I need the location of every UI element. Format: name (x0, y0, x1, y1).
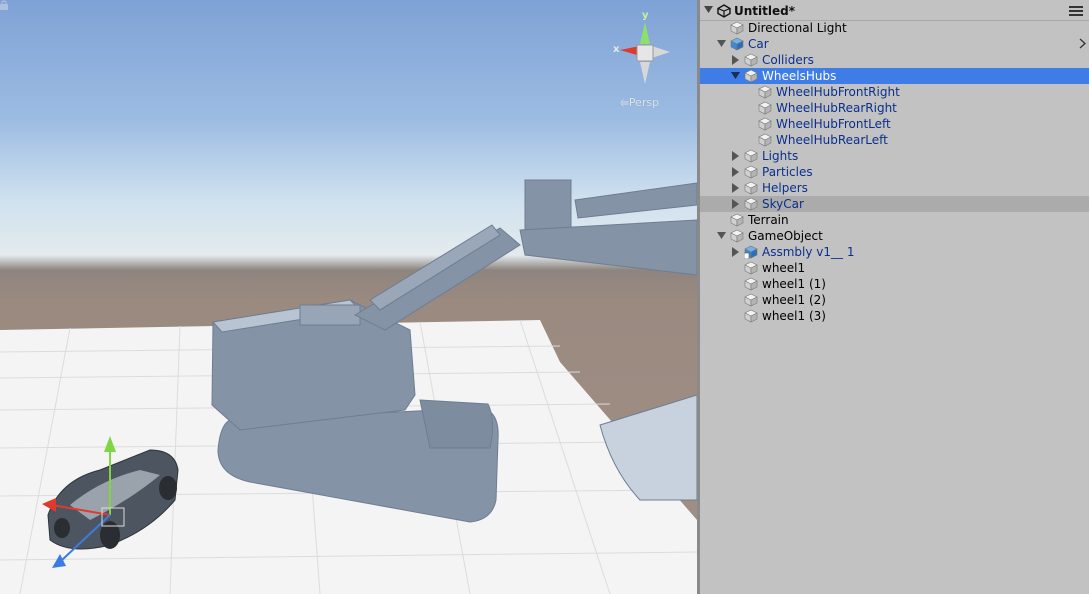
hierarchy-item-label: Helpers (762, 181, 808, 195)
hierarchy-item-label: WheelHubFrontRight (776, 85, 900, 99)
hierarchy-item[interactable]: Terrain (700, 212, 1089, 228)
hierarchy-item[interactable]: Particles (700, 164, 1089, 180)
gameobject-cube-icon (744, 293, 758, 307)
hierarchy-panel: Untitled* Directional Light Car Colliders W… (700, 0, 1089, 594)
hierarchy-item[interactable]: Colliders (700, 52, 1089, 68)
gameobject-cube-icon (744, 261, 758, 275)
gameobject-cube-icon (730, 229, 744, 243)
hierarchy-item[interactable]: wheel1 (1) (700, 276, 1089, 292)
hierarchy-item[interactable]: WheelsHubs (700, 68, 1089, 84)
hierarchy-item-label: WheelHubRearRight (776, 101, 897, 115)
hierarchy-item-label: Assmbly v1__ 1 (762, 245, 855, 259)
hierarchy-item[interactable]: wheel1 (3) (700, 308, 1089, 324)
scene-title: Untitled* (734, 4, 795, 18)
axis-y-label: y (642, 10, 649, 21)
hierarchy-item[interactable]: Car (700, 36, 1089, 52)
scene-viewport-graphics (0, 22, 697, 594)
hierarchy-item-label: Lights (762, 149, 799, 163)
fold-open-icon[interactable] (717, 39, 726, 49)
persp-label: Persp (628, 96, 660, 109)
scene-header[interactable]: Untitled* (700, 2, 1089, 21)
hamburger-menu-icon[interactable] (1069, 4, 1083, 18)
hierarchy-item[interactable]: GameObject (700, 228, 1089, 244)
scene-view[interactable]: y x ⥢Persp (0, 0, 697, 594)
hierarchy-item[interactable]: wheel1 (700, 260, 1089, 276)
gameobject-cube-icon (744, 149, 758, 163)
gameobject-cube-icon (758, 101, 772, 115)
axis-x-label: x (613, 44, 620, 55)
hierarchy-item-label: SkyCar (762, 197, 804, 211)
hierarchy-item-label: WheelHubRearLeft (776, 133, 888, 147)
gameobject-cube-icon (744, 53, 758, 67)
gameobject-cube-icon (744, 197, 758, 211)
lock-icon[interactable] (0, 0, 8, 10)
hierarchy-item[interactable]: Assmbly v1__ 1 (700, 244, 1089, 260)
unity-scene-icon (717, 4, 731, 18)
fold-closed-icon[interactable] (731, 55, 740, 65)
hierarchy-item[interactable]: WheelHubFrontRight (700, 84, 1089, 100)
gameobject-cube-icon (744, 181, 758, 195)
fold-open-icon[interactable] (717, 231, 726, 241)
prefab-cube-icon (730, 37, 744, 51)
hierarchy-item-label: Particles (762, 165, 813, 179)
hierarchy-item-label: Directional Light (748, 21, 847, 35)
hierarchy-item-label: Colliders (762, 53, 814, 67)
gameobject-cube-icon (744, 165, 758, 179)
persp-toggle[interactable]: ⥢Persp (620, 96, 659, 110)
fold-closed-icon[interactable] (731, 247, 740, 257)
open-prefab-arrow-icon[interactable] (1079, 38, 1086, 49)
gameobject-cube-icon (744, 277, 758, 291)
hierarchy-item-label: wheel1 (1) (762, 277, 826, 291)
fold-closed-icon[interactable] (731, 183, 740, 193)
hierarchy-item[interactable]: WheelHubRearRight (700, 100, 1089, 116)
hierarchy-item-label: wheel1 (762, 261, 806, 275)
hierarchy-item[interactable]: WheelHubRearLeft (700, 132, 1089, 148)
gameobject-cube-icon (744, 69, 758, 83)
gameobject-cube-icon (758, 117, 772, 131)
hierarchy-item[interactable]: wheel1 (2) (700, 292, 1089, 308)
hierarchy-item[interactable]: Helpers (700, 180, 1089, 196)
fold-open-icon[interactable] (704, 6, 713, 14)
hierarchy-item-label: wheel1 (2) (762, 293, 826, 307)
gameobject-cube-icon (758, 85, 772, 99)
hierarchy-item-label: WheelHubFrontLeft (776, 117, 891, 131)
fold-closed-icon[interactable] (731, 151, 740, 161)
orientation-gizmo (620, 22, 670, 84)
hierarchy-item-label: GameObject (748, 229, 823, 243)
hierarchy-item[interactable]: WheelHubFrontLeft (700, 116, 1089, 132)
gameobject-cube-icon (758, 133, 772, 147)
hierarchy-item-label: Terrain (748, 213, 789, 227)
prefab-cube-icon (744, 245, 758, 259)
hierarchy-item[interactable]: SkyCar (700, 196, 1089, 212)
gameobject-cube-icon (730, 21, 744, 35)
hierarchy-item-label: wheel1 (3) (762, 309, 826, 323)
fold-open-icon[interactable] (731, 71, 740, 81)
hierarchy-item-label: WheelsHubs (762, 69, 837, 83)
gameobject-cube-icon (730, 213, 744, 227)
fold-closed-icon[interactable] (731, 167, 740, 177)
fold-closed-icon[interactable] (731, 199, 740, 209)
persp-arrow-icon: ⥢ (620, 96, 629, 109)
hierarchy-item[interactable]: Directional Light (700, 20, 1089, 36)
hierarchy-item[interactable]: Lights (700, 148, 1089, 164)
gameobject-cube-icon (744, 309, 758, 323)
hierarchy-item-label: Car (748, 37, 769, 51)
